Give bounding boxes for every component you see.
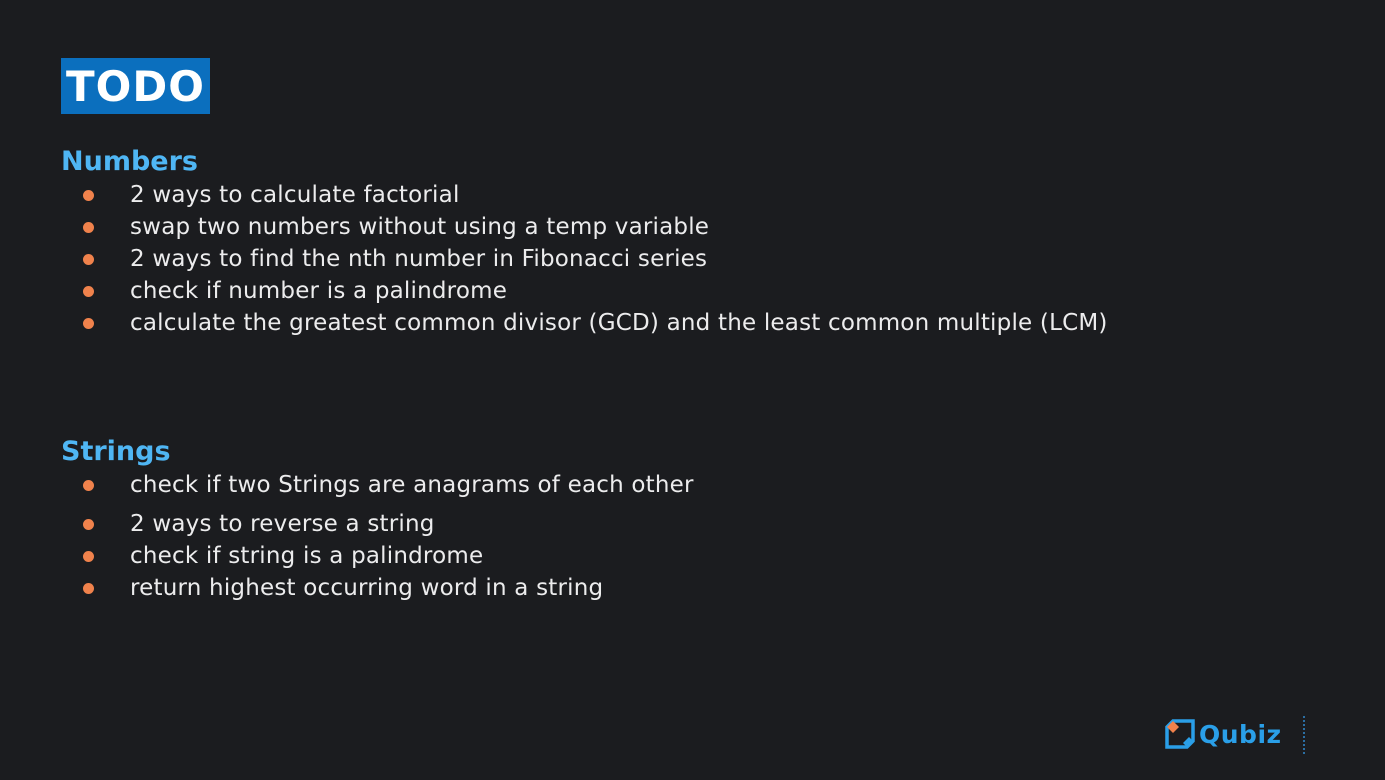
page-title: TODO xyxy=(66,61,205,111)
bullet-dot-icon xyxy=(83,222,94,233)
list-item-text: 2 ways to reverse a string xyxy=(130,511,435,537)
list-item-text: check if two Strings are anagrams of eac… xyxy=(130,472,694,498)
list-item: 2 ways to find the nth number in Fibonac… xyxy=(61,243,1108,275)
qubiz-logo-icon xyxy=(1165,719,1195,749)
section-strings: Strings check if two Strings are anagram… xyxy=(61,435,694,604)
list-item: swap two numbers without using a temp va… xyxy=(61,211,1108,243)
logo-divider xyxy=(1303,716,1305,754)
numbers-list: 2 ways to calculate factorial swap two n… xyxy=(61,179,1108,339)
slide: TODO Numbers 2 ways to calculate factori… xyxy=(0,0,1385,780)
list-item: check if two Strings are anagrams of eac… xyxy=(61,469,694,501)
title-badge: TODO xyxy=(61,58,210,114)
bullet-dot-icon xyxy=(83,286,94,297)
list-item-text: calculate the greatest common divisor (G… xyxy=(130,310,1108,336)
bullet-dot-icon xyxy=(83,190,94,201)
section-numbers: Numbers 2 ways to calculate factorial sw… xyxy=(61,145,1108,339)
company-logo: Qubiz xyxy=(1164,718,1282,750)
list-item: 2 ways to calculate factorial xyxy=(61,179,1108,211)
list-item-text: return highest occurring word in a strin… xyxy=(130,575,604,601)
bullet-dot-icon xyxy=(83,551,94,562)
list-item: check if number is a palindrome xyxy=(61,275,1108,307)
section-heading-numbers: Numbers xyxy=(61,146,198,177)
list-item-text: 2 ways to calculate factorial xyxy=(130,182,460,208)
list-item-text: check if number is a palindrome xyxy=(130,278,508,304)
bullet-dot-icon xyxy=(83,519,94,530)
list-item: calculate the greatest common divisor (G… xyxy=(61,307,1108,339)
bullet-dot-icon xyxy=(83,254,94,265)
logo-text: Qubiz xyxy=(1199,719,1282,749)
list-item: 2 ways to reverse a string xyxy=(61,508,694,540)
list-item-text: check if string is a palindrome xyxy=(130,543,484,569)
list-item: check if string is a palindrome xyxy=(61,540,694,572)
bullet-dot-icon xyxy=(83,583,94,594)
list-item-text: 2 ways to find the nth number in Fibonac… xyxy=(130,246,708,272)
bullet-dot-icon xyxy=(83,480,94,491)
section-heading-strings: Strings xyxy=(61,436,171,467)
list-item-text: swap two numbers without using a temp va… xyxy=(130,214,710,240)
bullet-dot-icon xyxy=(83,318,94,329)
strings-list: check if two Strings are anagrams of eac… xyxy=(61,469,694,604)
list-item: return highest occurring word in a strin… xyxy=(61,572,694,604)
